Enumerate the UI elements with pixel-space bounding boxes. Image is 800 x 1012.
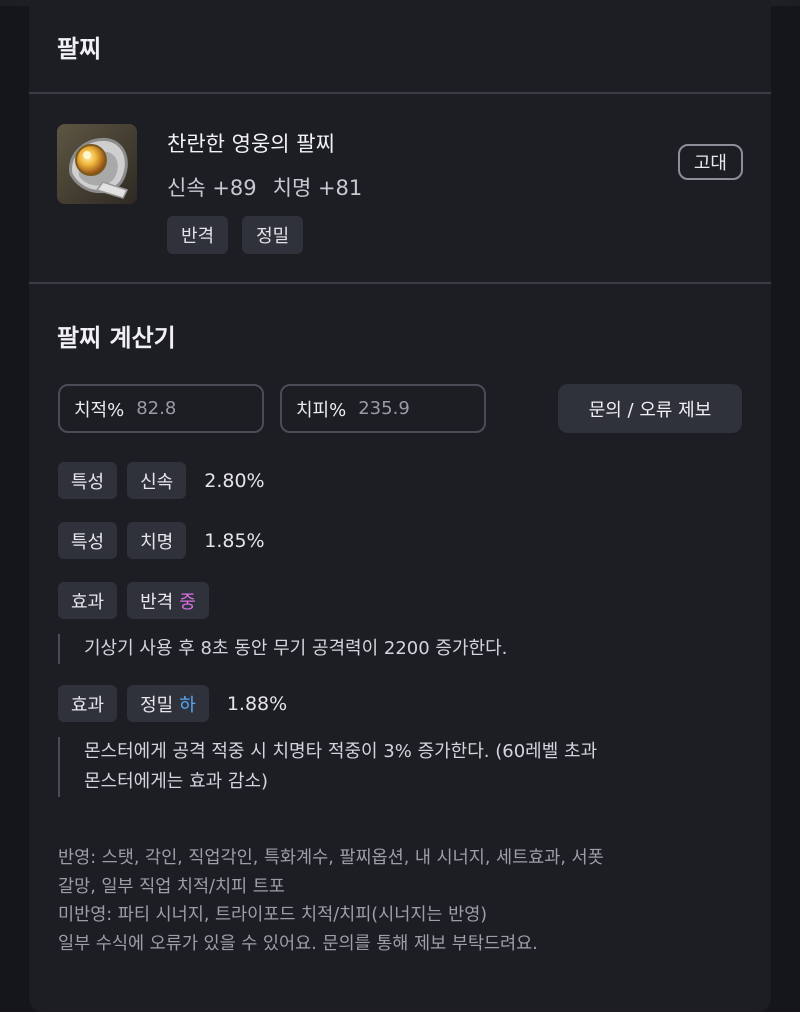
stat-row: 특성 신속 2.80% (58, 462, 265, 499)
item-stat: 치명 +81 (272, 176, 363, 200)
calculator-notes: 반영: 스탯, 각인, 직업각인, 특화계수, 팔찌옵션, 내 시너지, 세트효… (58, 844, 748, 958)
effect-description-line: 기상기 사용 후 8초 동안 무기 공격력이 2200 증가한다. (84, 638, 508, 659)
effect-row: 효과 정밀 하 1.88% (58, 685, 287, 722)
crit-damage-input[interactable]: 235.9 (358, 398, 410, 419)
item-tags: 반격 정밀 (167, 216, 304, 254)
item-stats: 신속 +89 치명 +81 (167, 172, 362, 202)
effect-name: 반격 (140, 591, 174, 613)
crit-rate-label: 치적% (74, 399, 125, 421)
effect-name-chip: 반격 중 (127, 582, 209, 619)
kind-chip: 효과 (58, 685, 118, 722)
bracelet-card: 팔찌 찬란한 영웅의 팔찌 신속 +89 치명 +81 반격 정밀 고대 팔찌 … (29, 0, 771, 1012)
calculator-title: 팔찌 계산기 (57, 324, 176, 352)
item-name: 찬란한 영웅의 팔찌 (167, 132, 335, 156)
note-line: 미반영: 파티 시너지, 트라이포드 치적/치피(시너지는 반영) (58, 905, 488, 925)
effect-level: 하 (179, 694, 196, 716)
section-title: 팔찌 (57, 34, 102, 63)
divider (29, 282, 771, 284)
item-tag: 반격 (167, 216, 229, 254)
item-tag: 정밀 (242, 216, 304, 254)
stat-name-chip: 신속 (127, 462, 187, 499)
effect-description-line: 몬스터에게는 효과 감소) (84, 771, 269, 792)
stat-row: 특성 치명 1.85% (58, 522, 265, 559)
effect-row: 효과 반격 중 (58, 582, 209, 619)
effect-description: 기상기 사용 후 8초 동안 무기 공격력이 2200 증가한다. (58, 634, 507, 664)
calculator-inputs: 치적% 82.8 치피% 235.9 (58, 384, 486, 433)
crit-damage-field[interactable]: 치피% 235.9 (280, 384, 486, 433)
bracelet-item-icon (57, 124, 137, 204)
kind-chip: 특성 (58, 522, 118, 559)
item-stat: 신속 +89 (167, 176, 257, 200)
stat-value: 1.85% (204, 529, 265, 552)
kind-chip: 효과 (58, 582, 118, 619)
effect-description: 몬스터에게 공격 적중 시 치명타 적중이 3% 증가한다. (60레벨 초과 … (58, 737, 597, 797)
report-button[interactable]: 문의 / 오류 제보 (558, 384, 742, 433)
note-line: 일부 수식에 오류가 있을 수 있어요. 문의를 통해 제보 부탁드려요. (58, 933, 538, 954)
stat-value: 2.80% (204, 469, 265, 492)
crit-rate-input[interactable]: 82.8 (136, 398, 176, 419)
note-line: 반영: 스탯, 각인, 직업각인, 특화계수, 팔찌옵션, 내 시너지, 세트효… (58, 848, 604, 868)
effect-description-line: 몬스터에게 공격 적중 시 치명타 적중이 3% 증가한다. (60레벨 초과 (84, 741, 598, 762)
bracelet-item: 찬란한 영웅의 팔찌 신속 +89 치명 +81 반격 정밀 고대 (29, 94, 771, 282)
crit-rate-field[interactable]: 치적% 82.8 (58, 384, 264, 433)
section-header: 팔찌 (29, 0, 771, 92)
effect-name-chip: 정밀 하 (127, 685, 209, 722)
effect-value: 1.88% (226, 692, 288, 715)
kind-chip: 특성 (58, 462, 118, 499)
note-line: 갈망, 일부 직업 치적/치피 트포 (58, 876, 285, 897)
stat-name-chip: 치명 (127, 522, 187, 559)
effect-level: 중 (179, 591, 196, 613)
effect-name: 정밀 (140, 694, 174, 716)
grade-badge: 고대 (677, 144, 743, 180)
crit-damage-label: 치피% (296, 399, 347, 421)
